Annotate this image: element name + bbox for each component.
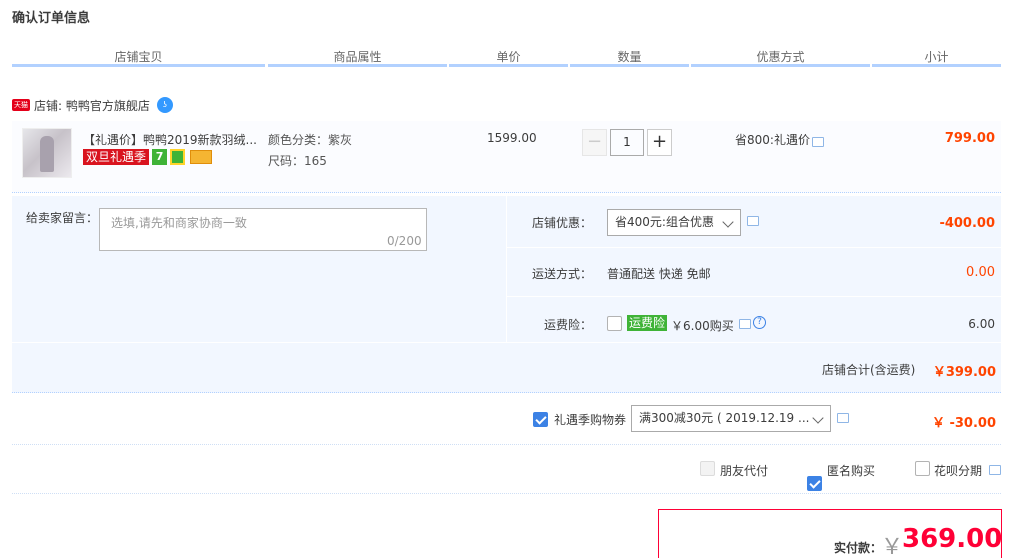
- insurance-checkbox[interactable]: [607, 316, 622, 331]
- shop-total-label: 店铺合计(含运费): [822, 363, 916, 377]
- seller-note-counter: 0/200: [387, 234, 422, 248]
- message-icon[interactable]: [837, 413, 849, 423]
- shop-total-amount: ￥399.00: [932, 365, 996, 380]
- divider: [12, 493, 1001, 494]
- huabei-checkbox[interactable]: [915, 461, 930, 476]
- column-header-subtotal: 小计: [924, 50, 949, 64]
- insurance-label: 运费险：: [544, 318, 593, 332]
- chevron-down-icon: [812, 412, 824, 424]
- seven-day-return-icon[interactable]: 7: [152, 149, 168, 165]
- chevron-down-icon: [722, 216, 734, 228]
- coupon-label: 礼遇季购物券: [554, 413, 627, 427]
- insurance-amount: 6.00: [968, 317, 995, 331]
- item-subtotal: 799.00: [944, 131, 995, 146]
- insurance-tag: 运费险: [627, 315, 668, 331]
- column-header-unit-price: 单价: [496, 50, 521, 64]
- column-underline: [268, 64, 447, 67]
- item-discount: 省800:礼遇价: [735, 133, 810, 147]
- shop-discount-value: 省400元:组合优惠: [615, 215, 714, 229]
- payment-currency: ￥: [881, 535, 904, 558]
- product-title-link[interactable]: 【礼遇价】鸭鸭2019新款羽绒...: [83, 131, 259, 148]
- quantity-stepper: − 1 +: [582, 129, 672, 156]
- message-icon[interactable]: [739, 319, 751, 329]
- shipping-label: 运送方式：: [532, 267, 593, 281]
- guarantee-icon[interactable]: [170, 149, 186, 165]
- column-header-discount: 优惠方式: [756, 50, 805, 64]
- page-title: 确认订单信息: [12, 11, 91, 26]
- huabei-label: 花呗分期: [934, 464, 983, 478]
- tmall-icon: 天猫: [12, 99, 30, 111]
- coupon-select[interactable]: 满300减30元 ( 2019.12.19 ...: [631, 405, 831, 432]
- coupon-checkbox[interactable]: [533, 412, 548, 427]
- column-header-item: 店铺宝贝: [114, 50, 163, 64]
- insurance-price: ￥6.00购买: [671, 319, 734, 333]
- column-underline: [12, 64, 265, 67]
- friend-pay-label: 朋友代付: [720, 464, 769, 478]
- holiday-promo-badge: 双旦礼遇季: [83, 149, 150, 165]
- message-icon[interactable]: [812, 137, 824, 147]
- divider: [507, 247, 1001, 248]
- column-underline: [570, 64, 689, 67]
- help-icon[interactable]: ?: [753, 316, 766, 329]
- sku-color: 颜色分类：紫灰: [268, 133, 353, 147]
- shop-name-link[interactable]: 店铺: 鸭鸭官方旗舰店: [34, 97, 150, 114]
- anonymous-label: 匿名购买: [827, 464, 876, 478]
- payment-amount: 369.00: [902, 524, 1003, 554]
- payment-label: 实付款：: [834, 541, 883, 555]
- product-thumbnail-figure: [40, 136, 54, 172]
- chat-wangwang-icon[interactable]: ʖ: [156, 97, 173, 113]
- quantity-input[interactable]: 1: [610, 129, 644, 156]
- seller-note-placeholder: 选填,请先和商家协商一致: [111, 216, 247, 230]
- seller-note-label: 给卖家留言：: [26, 211, 99, 225]
- credit-card-icon[interactable]: [190, 150, 213, 164]
- column-header-attributes: 商品属性: [333, 50, 382, 64]
- column-underline: [872, 64, 1001, 67]
- shop-discount-amount: -400.00: [939, 216, 995, 231]
- divider: [12, 444, 1001, 445]
- column-underline: [691, 64, 870, 67]
- shop-row: 天猫 店铺: 鸭鸭官方旗舰店 ʖ: [12, 96, 173, 114]
- shipping-amount: 0.00: [966, 265, 995, 280]
- shop-discount-label: 店铺优惠：: [532, 216, 593, 230]
- shop-discount-select[interactable]: 省400元:组合优惠: [607, 209, 741, 236]
- divider: [507, 296, 1001, 297]
- quantity-increase-button[interactable]: +: [647, 129, 672, 156]
- message-icon[interactable]: [989, 465, 1001, 475]
- column-underline: [449, 64, 568, 67]
- unit-price: 1599.00: [487, 131, 537, 145]
- coupon-value: 满300减30元 ( 2019.12.19 ...: [639, 411, 810, 425]
- column-header-quantity: 数量: [617, 50, 642, 64]
- friend-pay-checkbox[interactable]: [700, 461, 715, 476]
- sku-size: 尺码：165: [268, 154, 327, 168]
- quantity-decrease-button[interactable]: −: [582, 129, 607, 156]
- shipping-method: 普通配送 快递 免邮: [607, 267, 711, 281]
- message-icon[interactable]: [747, 216, 759, 226]
- coupon-amount: ￥ -30.00: [931, 416, 996, 431]
- promo-badges: 双旦礼遇季 7: [83, 149, 213, 165]
- anonymous-checkbox[interactable]: [807, 476, 822, 491]
